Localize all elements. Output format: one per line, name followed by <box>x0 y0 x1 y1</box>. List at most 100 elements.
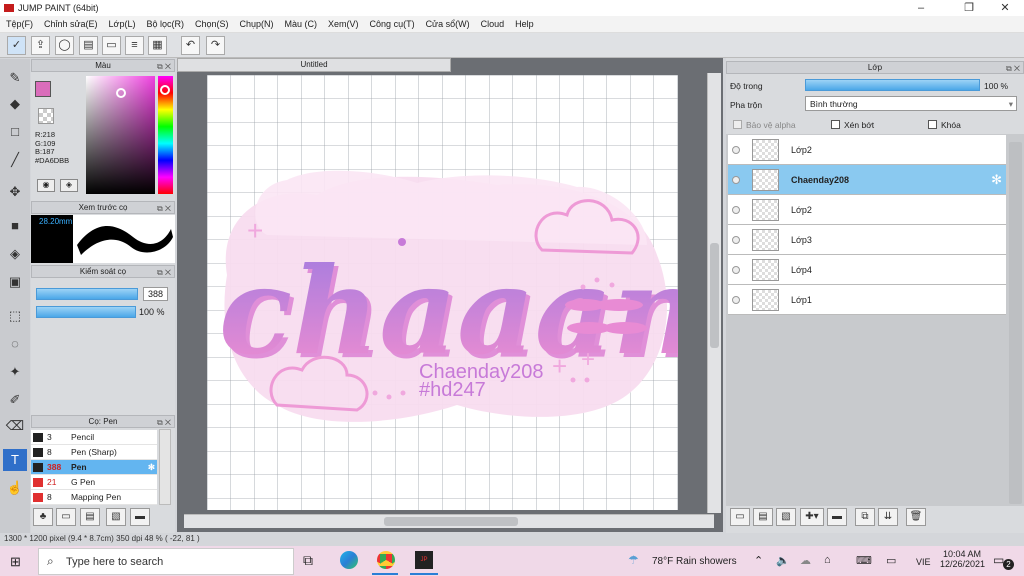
undo-button[interactable]: ↶ <box>181 36 200 55</box>
list-icon[interactable]: ≡ <box>125 36 144 55</box>
brush-folder-icon[interactable]: ▬ <box>130 508 150 526</box>
panel-close-icon[interactable]: ⧉ ✕ <box>157 203 171 214</box>
menu-layer[interactable]: Lớp(L) <box>103 16 141 29</box>
line-tool-icon[interactable]: ╱ <box>3 149 27 171</box>
saturation-value-picker[interactable] <box>86 76 155 194</box>
menu-capture[interactable]: Chụp(N) <box>234 16 279 29</box>
document-icon[interactable]: ▭ <box>102 36 121 55</box>
move-tool-icon[interactable]: ✥ <box>3 181 27 203</box>
add-layer-menu-icon[interactable]: ✚▾ <box>800 508 824 526</box>
network-icon[interactable]: ⌂ <box>824 554 831 566</box>
blend-mode-select[interactable]: Bình thường ▾ <box>805 96 1017 111</box>
clock[interactable]: 10:04 AM 12/26/2021 <box>940 549 985 569</box>
menu-edit[interactable]: Chỉnh sửa(E) <box>38 16 103 29</box>
new-brush-icon[interactable]: ▭ <box>56 508 76 526</box>
horizontal-scrollbar[interactable] <box>184 514 714 528</box>
drawing-canvas[interactable]: chaaan chaaan + + + Chaenday208 #hd247 <box>207 75 704 510</box>
export-icon[interactable]: ⇪ <box>31 36 50 55</box>
menu-file[interactable]: Tệp(F) <box>0 16 38 29</box>
display-icon[interactable]: ▭ <box>886 554 896 567</box>
picker-cursor[interactable] <box>116 88 126 98</box>
visibility-icon[interactable] <box>732 236 740 244</box>
close-button[interactable]: ✕ <box>990 0 1020 16</box>
settings-gear-icon[interactable]: ✻ <box>148 460 155 475</box>
brush-add-icon[interactable]: ♣ <box>33 508 53 526</box>
brush-size-slider[interactable] <box>36 288 138 300</box>
task-view-icon[interactable]: ⧉ <box>303 552 313 569</box>
transparent-color-swatch[interactable] <box>38 108 54 124</box>
clipping-checkbox[interactable] <box>831 120 840 129</box>
duplicate-layer-icon[interactable]: ⧉ <box>855 508 875 526</box>
foreground-color-swatch[interactable] <box>35 81 51 97</box>
taskbar-search-box[interactable]: ⌕ Type here to search <box>38 548 294 575</box>
new-vector-layer-icon[interactable]: ▤ <box>753 508 773 526</box>
menu-help[interactable]: Help <box>509 16 539 29</box>
grid-icon[interactable]: ▦ <box>148 36 167 55</box>
layer-row[interactable]: Lớp4 <box>728 255 1006 285</box>
chrome-browser-icon[interactable] <box>377 551 395 569</box>
panel-close-icon[interactable]: ⧉ ✕ <box>1006 63 1020 74</box>
minimize-button[interactable]: – <box>906 0 936 16</box>
maximize-button[interactable]: ❐ <box>954 0 984 16</box>
folder-icon[interactable]: ▬ <box>827 508 847 526</box>
menu-filter[interactable]: Bộ lọc(R) <box>140 16 189 29</box>
windows-start-icon[interactable]: ⊞ <box>10 554 21 570</box>
bucket-tool-icon[interactable]: ◈ <box>3 243 27 265</box>
brush-item-mapping-pen[interactable]: 8 Mapping Pen <box>31 490 157 505</box>
panel-close-icon[interactable]: ⧉ ✕ <box>157 61 171 72</box>
magic-wand-icon[interactable]: ✦ <box>3 361 27 383</box>
brush-tool-icon[interactable]: ✎ <box>3 67 27 89</box>
menu-color[interactable]: Màu (C) <box>279 16 323 29</box>
layer-row[interactable]: Lớp2 <box>728 135 1006 165</box>
chevron-up-icon[interactable]: ⌃ <box>754 554 763 567</box>
brush-size-value[interactable]: 388 <box>143 287 168 301</box>
cloud-icon[interactable]: ☁ <box>800 554 811 567</box>
menu-tools[interactable]: Công cụ(T) <box>364 16 420 29</box>
protect-alpha-checkbox[interactable] <box>733 120 742 129</box>
redo-button[interactable]: ↷ <box>206 36 225 55</box>
brush-opacity-slider[interactable] <box>36 306 136 318</box>
select-pen-icon[interactable]: ✐ <box>3 389 27 411</box>
rectangle-tool-icon[interactable]: □ <box>3 121 27 143</box>
menu-cloud[interactable]: Cloud <box>475 16 510 29</box>
brush-list-scrollbar[interactable] <box>159 429 171 505</box>
new-text-layer-icon[interactable]: ▧ <box>776 508 796 526</box>
menu-view[interactable]: Xem(V) <box>322 16 364 29</box>
jump-paint-taskbar-icon[interactable]: JP <box>415 551 433 569</box>
select-eraser-icon[interactable]: ⌫ <box>3 415 27 437</box>
visibility-icon[interactable] <box>732 206 740 214</box>
panel-close-icon[interactable]: ⧉ ✕ <box>157 417 171 428</box>
text-tool-icon[interactable]: T <box>3 449 27 471</box>
visibility-icon[interactable] <box>732 176 740 184</box>
layer-row[interactable]: Lớp2 <box>728 195 1006 225</box>
eyedropper-icon[interactable]: ◈ <box>60 179 78 192</box>
panel-close-icon[interactable]: ⧉ ✕ <box>157 267 171 278</box>
brush-item-pen[interactable]: 388 Pen ✻ <box>31 460 157 475</box>
layer-row[interactable]: Lớp1 <box>728 285 1006 315</box>
hand-tool-icon[interactable]: ☝ <box>3 477 27 499</box>
fill-rect-tool-icon[interactable]: ■ <box>3 215 27 237</box>
brush-settings-icon[interactable]: ▧ <box>106 508 126 526</box>
menu-select[interactable]: Chọn(S) <box>189 16 234 29</box>
gradient-tool-icon[interactable]: ▣ <box>3 271 27 293</box>
brush-menu-icon[interactable]: ▤ <box>80 508 100 526</box>
vertical-scroll-thumb[interactable] <box>710 243 719 348</box>
delete-layer-icon[interactable]: 🗑 <box>906 508 926 526</box>
edge-browser-icon[interactable] <box>340 551 358 569</box>
layer-opacity-slider[interactable] <box>805 79 980 91</box>
comment-icon[interactable]: ▤ <box>79 36 98 55</box>
weather-icon[interactable]: ☂ <box>628 553 639 567</box>
weather-text[interactable]: 78°F Rain showers <box>652 556 737 567</box>
brush-item-pen-sharp[interactable]: 8 Pen (Sharp) <box>31 445 157 460</box>
hue-cursor[interactable] <box>160 85 170 95</box>
eraser-tool-icon[interactable]: ◆ <box>3 93 27 115</box>
menu-window[interactable]: Cửa sổ(W) <box>420 16 475 29</box>
visibility-icon[interactable] <box>732 146 740 154</box>
lasso-icon[interactable]: ◌ <box>3 333 27 355</box>
palette-icon[interactable]: ◉ <box>37 179 55 192</box>
volume-icon[interactable]: 🔈 <box>776 554 790 567</box>
layer-list-scrollbar[interactable] <box>1009 142 1022 504</box>
lock-checkbox[interactable] <box>928 120 937 129</box>
input-language[interactable]: VIE <box>916 557 931 567</box>
document-tab[interactable]: Untitled <box>177 58 451 72</box>
